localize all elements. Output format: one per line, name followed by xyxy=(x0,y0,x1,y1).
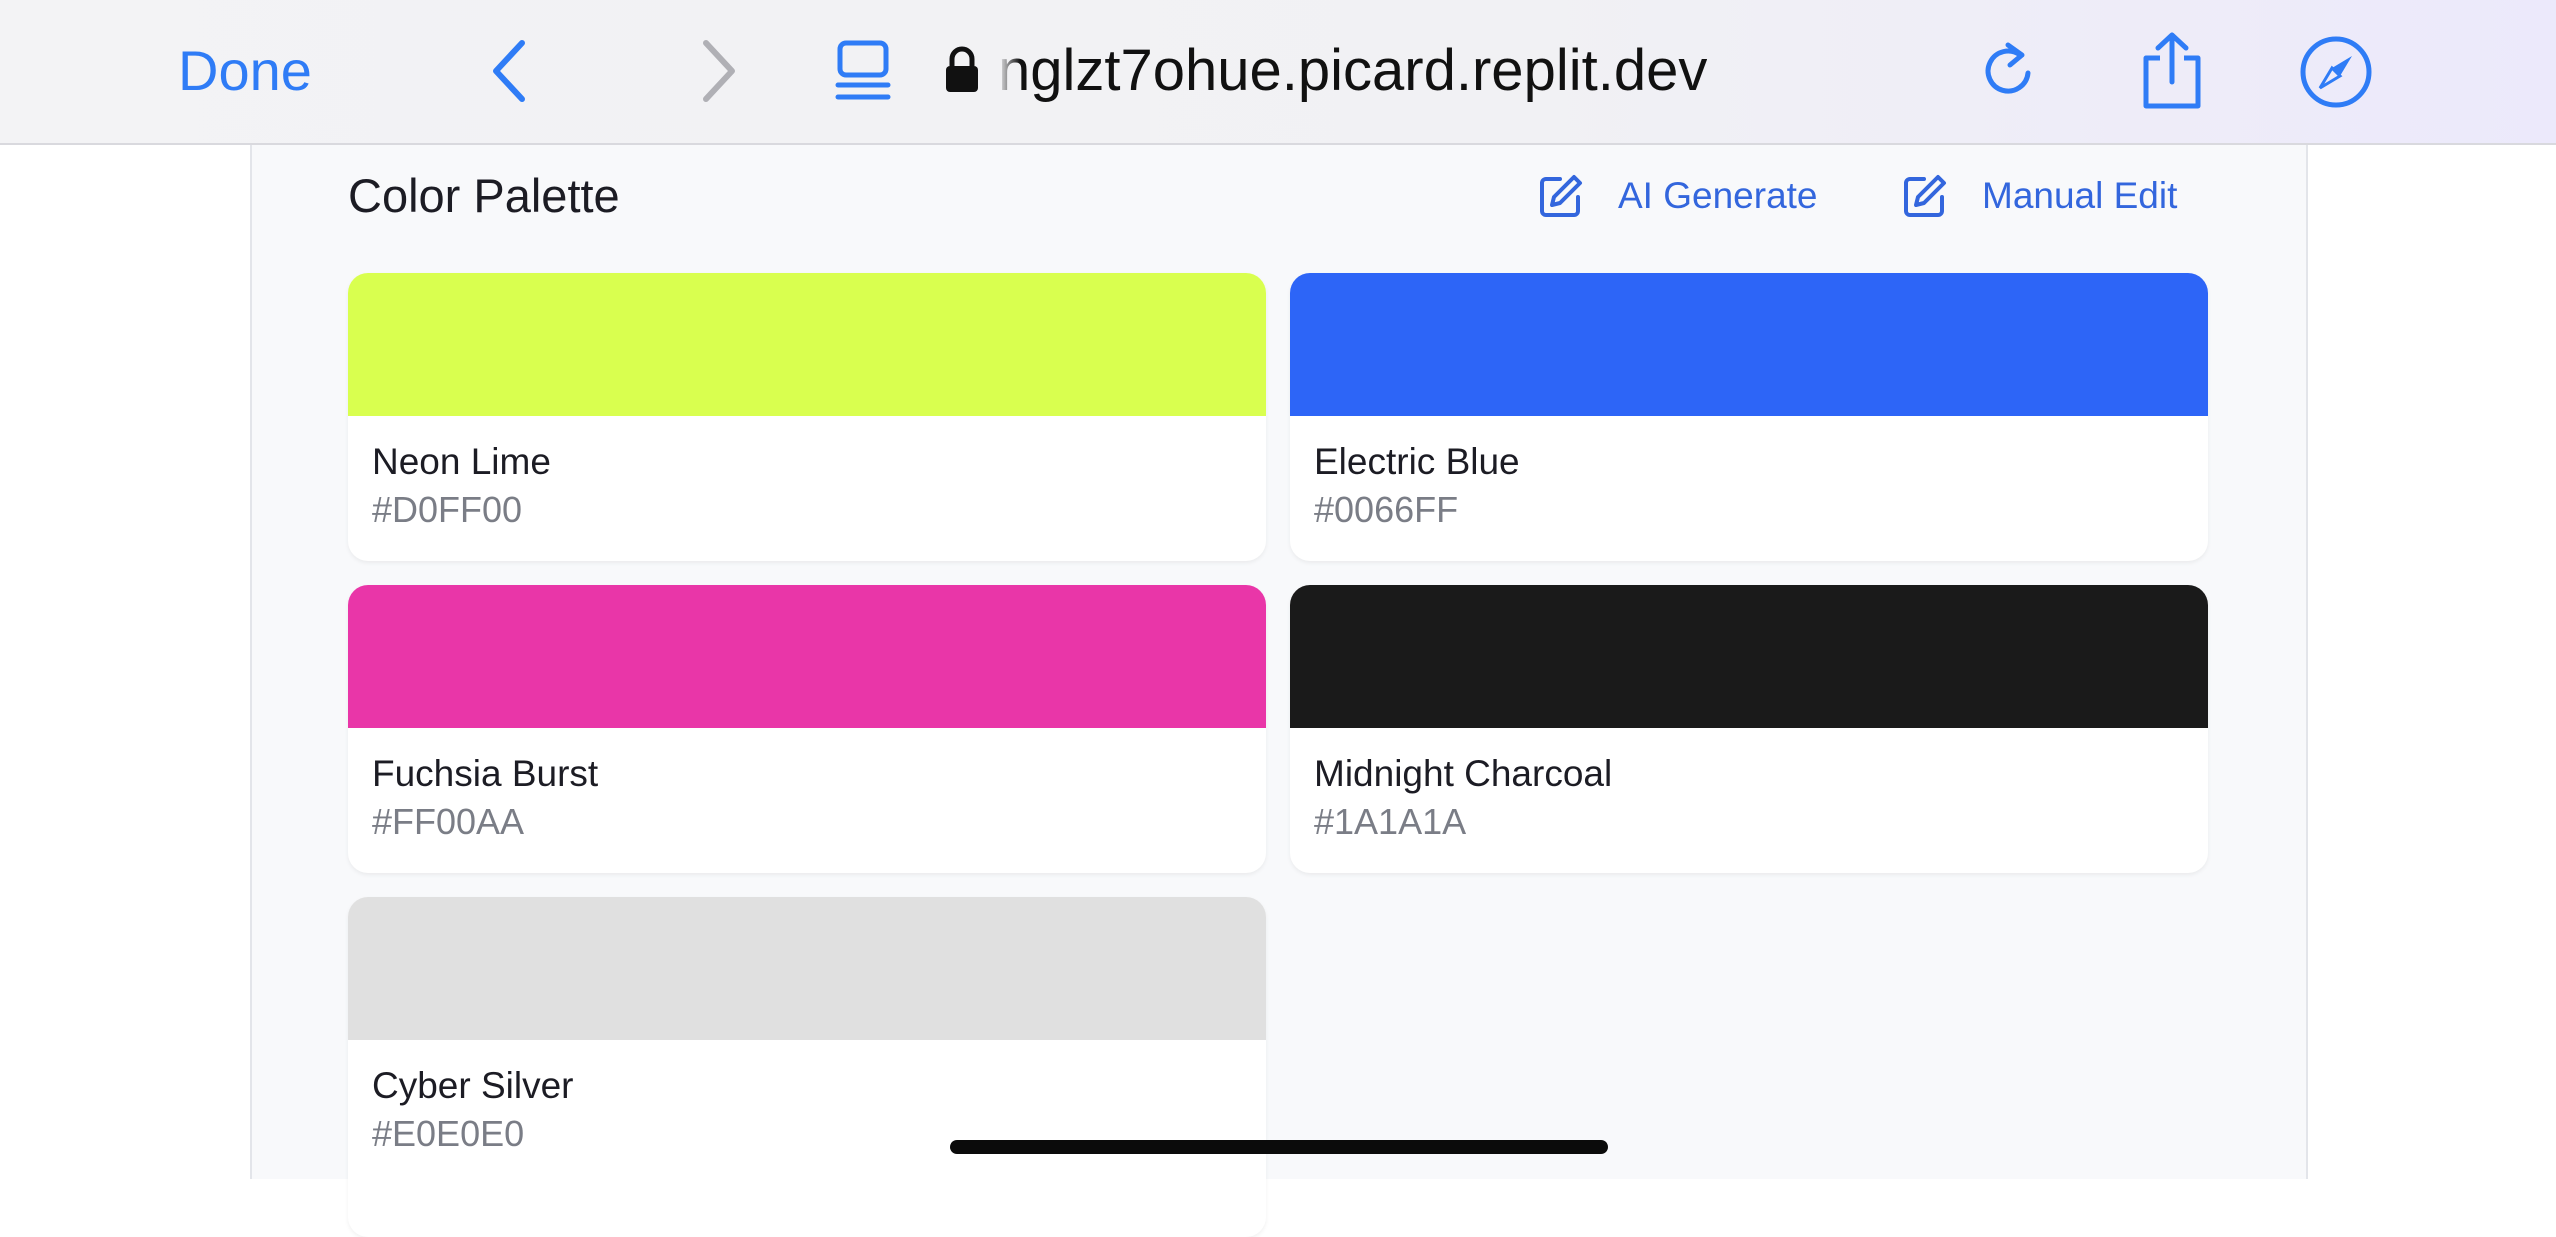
manual-edit-label: Manual Edit xyxy=(1982,175,2178,216)
compass-icon[interactable] xyxy=(2298,34,2374,110)
swatch-hex: #1A1A1A xyxy=(1314,801,1467,842)
manual-edit-button[interactable]: Manual Edit xyxy=(1902,168,2177,224)
edit-icon xyxy=(1538,173,1584,219)
swatch-card-fuchsia-burst[interactable]: Fuchsia Burst #FF00AA xyxy=(348,585,1266,873)
swatch-card-midnight-charcoal[interactable]: Midnight Charcoal #1A1A1A xyxy=(1290,585,2208,873)
url-text: nglzt7ohue.picard.replit.dev xyxy=(998,37,1708,103)
ai-generate-button[interactable]: AI Generate xyxy=(1538,168,1818,224)
swatch-hex: #0066FF xyxy=(1314,489,1459,530)
swatch-color xyxy=(348,273,1266,416)
swatch-name: Electric Blue xyxy=(1314,441,1520,482)
swatch-hex: #D0FF00 xyxy=(372,489,523,530)
chevron-right-icon[interactable] xyxy=(680,35,752,107)
swatch-color xyxy=(1290,585,2208,728)
swatch-color xyxy=(348,585,1266,728)
lock-icon xyxy=(944,46,980,94)
reload-icon[interactable] xyxy=(1974,35,2046,107)
swatch-color xyxy=(348,897,1266,1040)
swatch-card-electric-blue[interactable]: Electric Blue #0066FF xyxy=(1290,273,2208,561)
home-indicator[interactable] xyxy=(950,1140,1608,1154)
tabs-icon[interactable] xyxy=(826,35,898,107)
address-bar[interactable]: nglzt7ohue.picard.replit.dev xyxy=(944,30,1707,110)
page-title: Color Palette xyxy=(348,169,620,222)
chevron-left-icon[interactable] xyxy=(476,35,548,107)
edit-icon xyxy=(1902,173,1948,219)
swatch-hex: #FF00AA xyxy=(372,801,525,842)
ai-generate-label: AI Generate xyxy=(1618,175,1818,216)
browser-toolbar: Done nglzt7ohue.picard.replit.dev xyxy=(0,0,2556,145)
swatch-hex: #E0E0E0 xyxy=(372,1113,525,1154)
swatch-name: Cyber Silver xyxy=(372,1065,574,1106)
swatch-card-cyber-silver[interactable]: Cyber Silver #E0E0E0 xyxy=(348,897,1266,1237)
swatch-name: Midnight Charcoal xyxy=(1314,753,1613,794)
swatch-name: Neon Lime xyxy=(372,441,551,482)
share-icon[interactable] xyxy=(2134,30,2210,110)
done-button[interactable]: Done xyxy=(178,36,312,106)
swatch-card-neon-lime[interactable]: Neon Lime #D0FF00 xyxy=(348,273,1266,561)
swatch-color xyxy=(1290,273,2208,416)
swatch-name: Fuchsia Burst xyxy=(372,753,599,794)
